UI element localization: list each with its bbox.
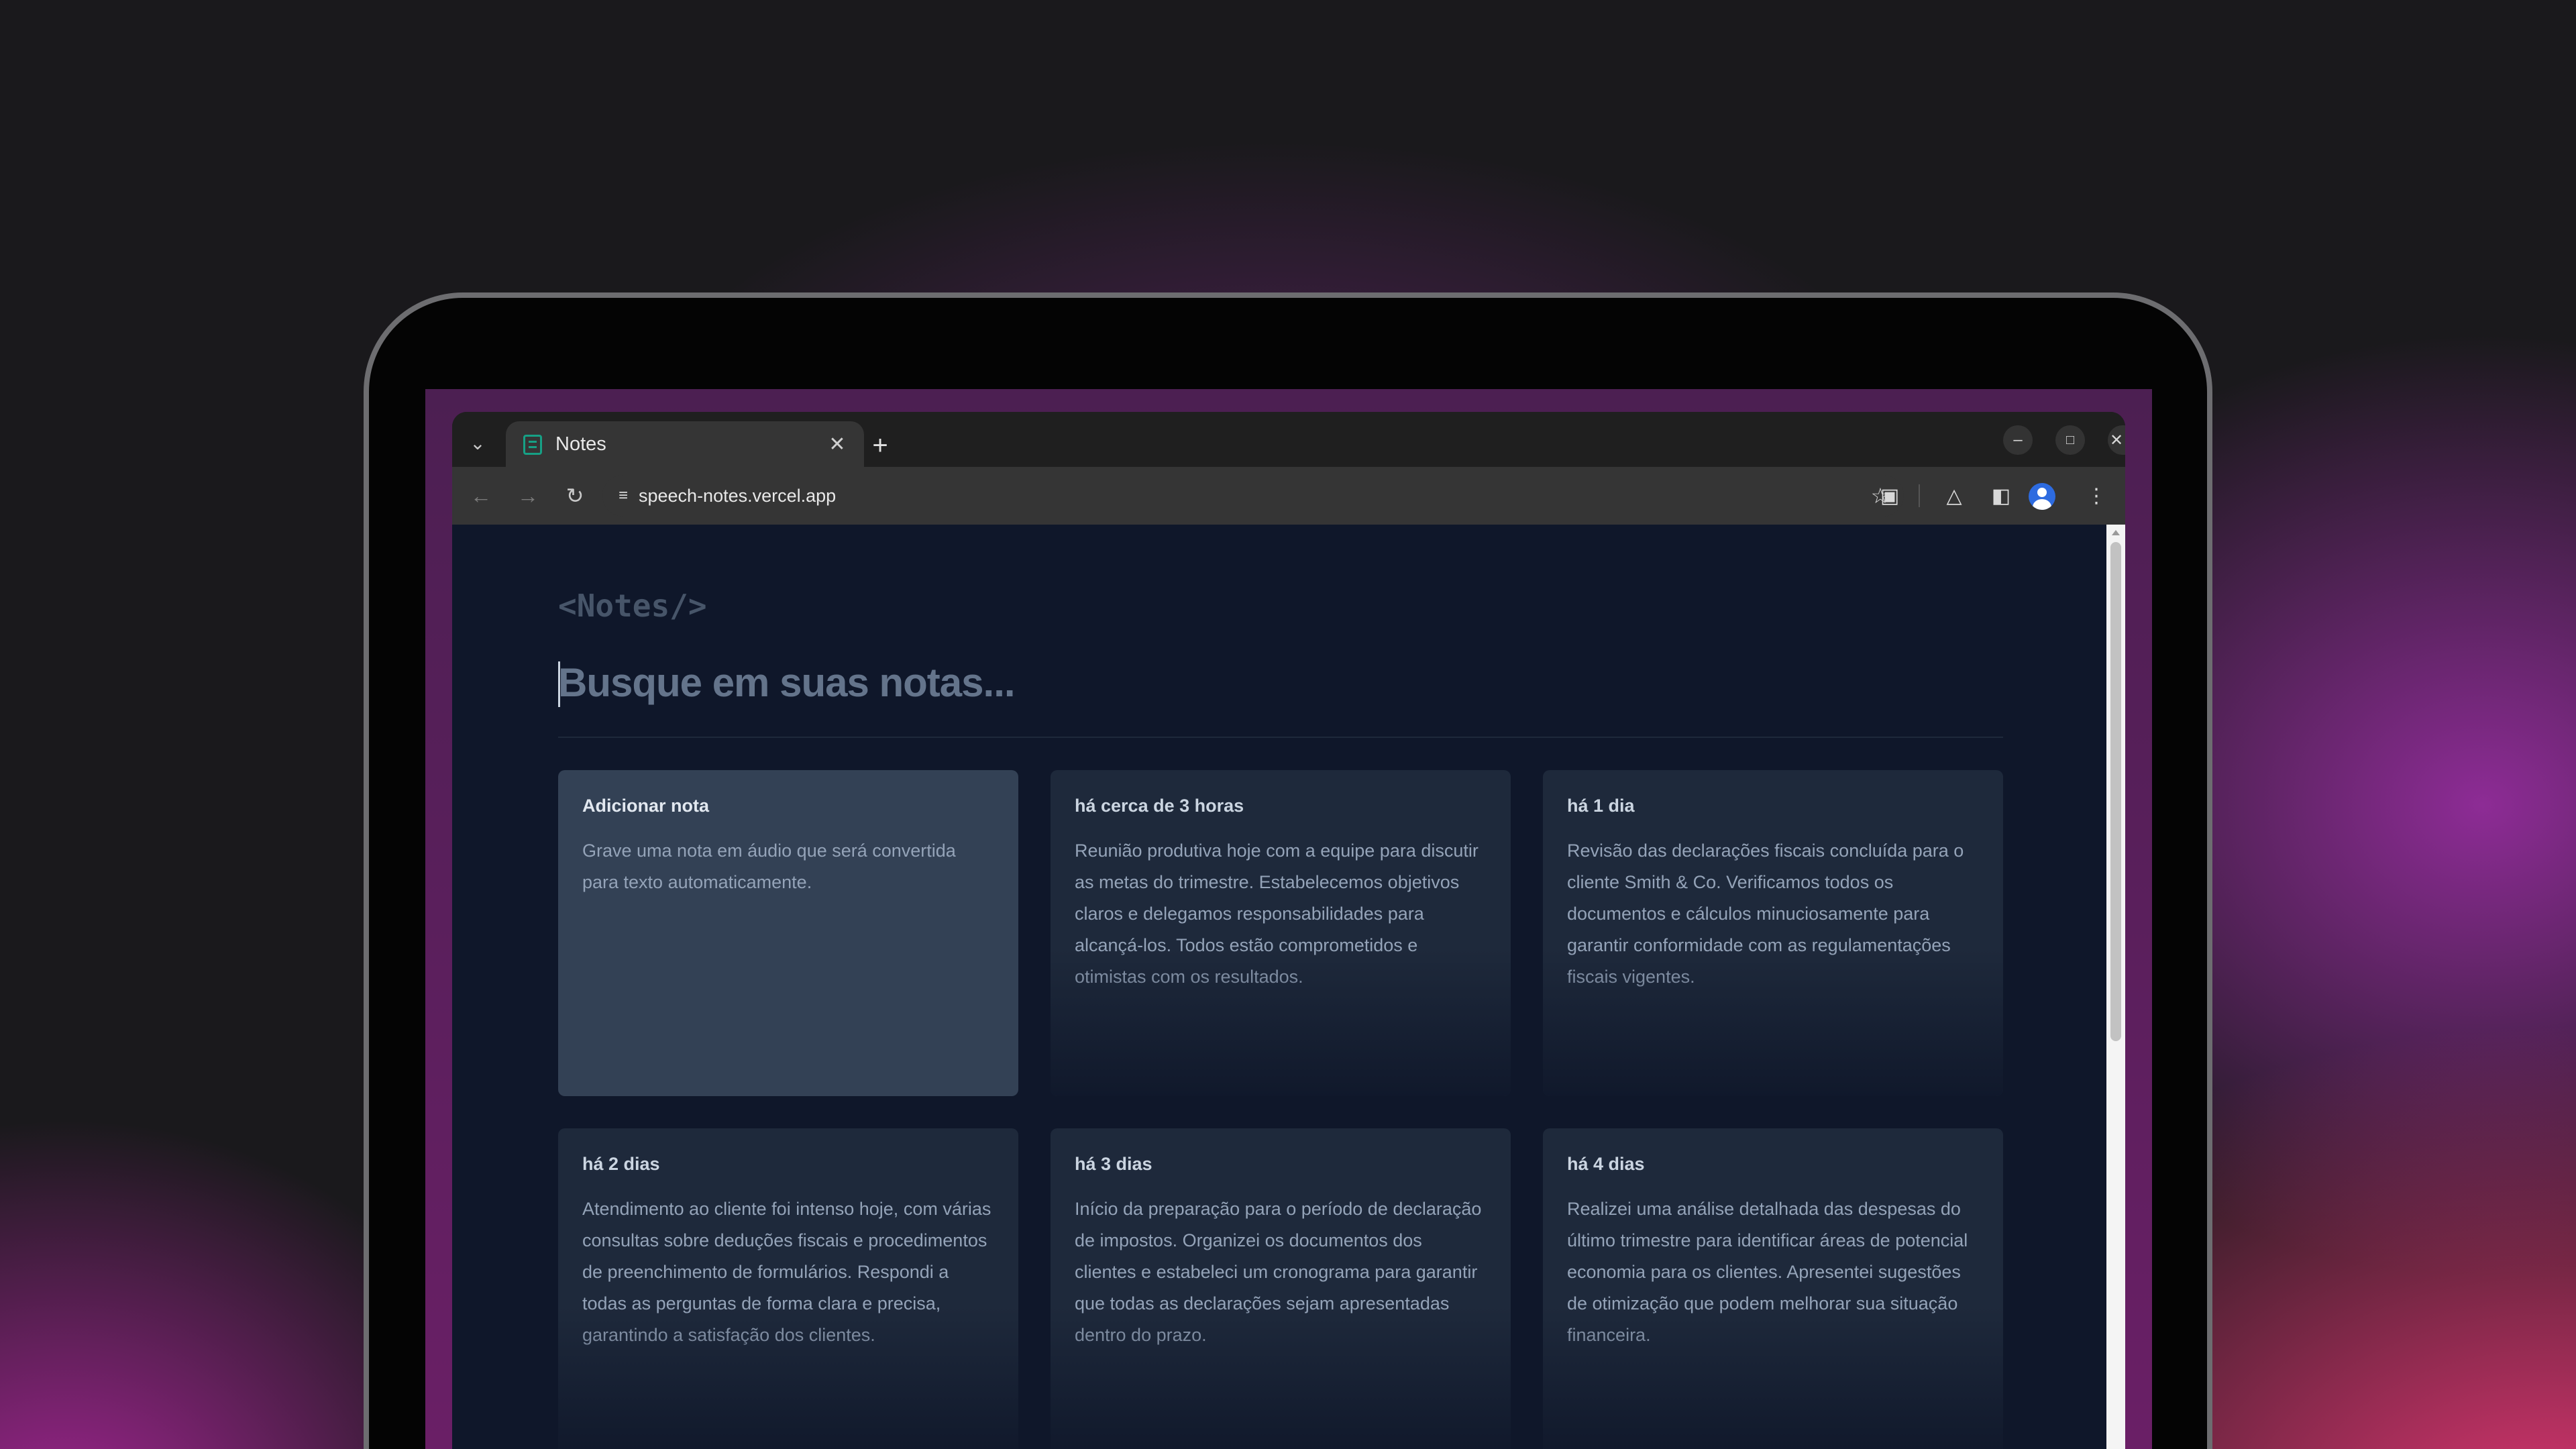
- notes-icon: [523, 435, 542, 455]
- laptop-screen: ⌄ Notes ✕ + – □ ✕ ← → ↻ ≡ speech-notes.v…: [425, 389, 2152, 1449]
- tab-notes[interactable]: Notes ✕: [506, 421, 864, 467]
- add-note-title: Adicionar nota: [582, 796, 710, 816]
- puzzle-icon[interactable]: ▣: [1874, 480, 1905, 511]
- note-card[interactable]: há 3 dias Início da preparação para o pe…: [1051, 1128, 1511, 1449]
- tune-icon[interactable]: ≡: [609, 482, 637, 510]
- maximize-icon[interactable]: □: [2055, 425, 2085, 455]
- browser-window: ⌄ Notes ✕ + – □ ✕ ← → ↻ ≡ speech-notes.v…: [452, 412, 2125, 1449]
- plus-icon[interactable]: +: [864, 429, 896, 462]
- avatar-icon[interactable]: [2029, 483, 2055, 510]
- note-card[interactable]: há cerca de 3 horas Reunião produtiva ho…: [1051, 770, 1511, 1096]
- scrollbar[interactable]: [2106, 525, 2125, 1449]
- note-date: há 1 dia: [1567, 796, 1635, 816]
- tab-title: Notes: [555, 433, 606, 455]
- note-card[interactable]: há 4 dias Realizei uma análise detalhada…: [1543, 1128, 2003, 1449]
- note-content: Atendimento ao cliente foi intenso hoje,…: [582, 1199, 991, 1345]
- note-content: Realizei uma análise detalhada das despe…: [1567, 1199, 1968, 1345]
- side-panel-icon[interactable]: ◧: [1986, 480, 2017, 511]
- tab-strip: ⌄ Notes ✕ + – □ ✕: [452, 412, 2125, 467]
- search-input[interactable]: [558, 652, 2003, 712]
- note-content: Revisão das declarações fiscais concluíd…: [1567, 841, 1964, 987]
- kebab-menu-icon[interactable]: ⋮: [2081, 480, 2112, 511]
- browser-toolbar: ← → ↻ ≡ speech-notes.vercel.app ☆ ▣ △ ◧ …: [452, 467, 2125, 525]
- add-note-card[interactable]: Adicionar nota Grave uma nota em áudio q…: [558, 770, 1018, 1096]
- reload-icon[interactable]: ↻: [559, 480, 590, 511]
- scrollbar-thumb[interactable]: [2110, 542, 2121, 1041]
- flask-icon[interactable]: △: [1939, 480, 1970, 511]
- note-date: há 2 dias: [582, 1154, 660, 1174]
- address-bar[interactable]: ≡ speech-notes.vercel.app ☆: [602, 475, 1904, 517]
- chevron-down-icon[interactable]: ⌄: [462, 427, 494, 459]
- toolbar-divider: [1919, 484, 1920, 507]
- minimize-icon[interactable]: –: [2003, 425, 2033, 455]
- add-note-description: Grave uma nota em áudio que será convert…: [582, 841, 956, 892]
- note-content: Reunião produtiva hoje com a equipe para…: [1075, 841, 1479, 987]
- note-card[interactable]: há 1 dia Revisão das declarações fiscais…: [1543, 770, 2003, 1096]
- arrow-right-icon[interactable]: →: [513, 480, 543, 511]
- note-card[interactable]: há 2 dias Atendimento ao cliente foi int…: [558, 1128, 1018, 1449]
- text-caret: [558, 661, 560, 707]
- note-date: há 4 dias: [1567, 1154, 1645, 1174]
- note-date: há 3 dias: [1075, 1154, 1152, 1174]
- close-icon[interactable]: ✕: [822, 429, 852, 459]
- window-close-icon[interactable]: ✕: [2108, 425, 2125, 455]
- url-text: speech-notes.vercel.app: [639, 486, 837, 506]
- note-date: há cerca de 3 horas: [1075, 796, 1244, 816]
- note-content: Início da preparação para o período de d…: [1075, 1199, 1482, 1345]
- app-logo: <Notes/>: [558, 588, 707, 624]
- arrow-left-icon[interactable]: ←: [466, 480, 496, 511]
- scroll-up-icon[interactable]: [2112, 530, 2120, 535]
- divider: [558, 737, 2003, 738]
- page-viewport: <Notes/> Adicionar nota Grave uma nota e…: [452, 525, 2106, 1449]
